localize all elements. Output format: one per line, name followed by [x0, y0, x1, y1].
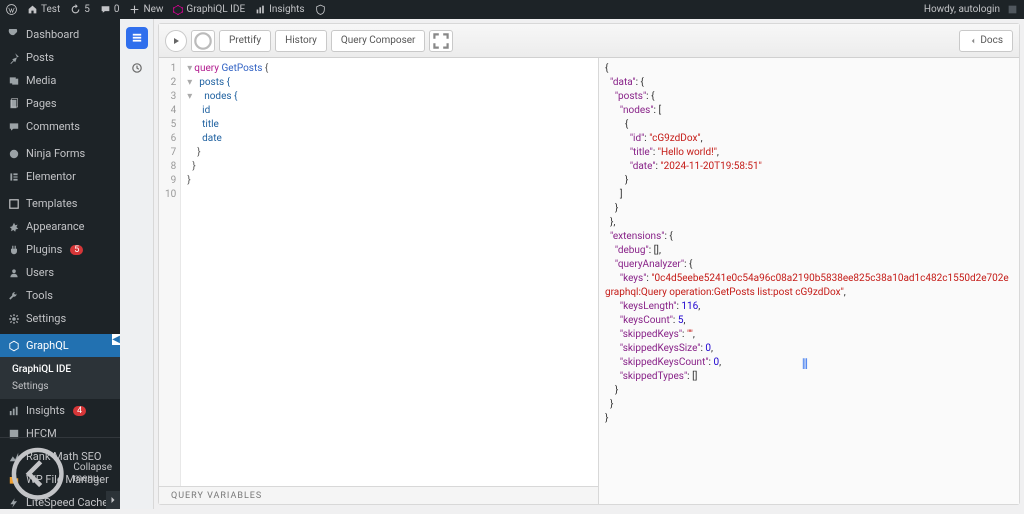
sidebar-item-label: Posts — [26, 51, 54, 64]
sidebar-item-label: Insights — [26, 404, 65, 417]
loading-icon: ⦀ — [802, 358, 809, 372]
media-icon — [8, 75, 20, 87]
howdy-link[interactable]: Howdy, autologin — [924, 4, 1018, 15]
sidebar-item-tools[interactable]: Tools — [0, 284, 120, 307]
plugins-icon — [8, 244, 20, 256]
sidebar-item-label: Plugins — [26, 243, 62, 256]
graphiql-link[interactable]: GraphiQL IDE — [173, 4, 245, 15]
sidebar-item-posts[interactable]: Posts — [0, 46, 120, 69]
query-composer-button[interactable]: Query Composer — [331, 30, 426, 52]
wp-logo-icon[interactable] — [6, 4, 17, 15]
home-link[interactable]: Test — [27, 4, 60, 15]
sidebar-item-elementor[interactable]: Elementor — [0, 165, 120, 188]
ninja-icon — [8, 148, 20, 160]
graphiql-toolbar: Prettify History Query Composer Docs — [159, 24, 1019, 58]
badge: 4 — [73, 406, 86, 416]
sidebar-item-label: Users — [26, 266, 54, 279]
pages-icon — [8, 98, 20, 110]
sidebar-item-label: Pages — [26, 97, 57, 110]
sidebar-item-label: Ninja Forms — [26, 147, 85, 160]
comments-icon — [8, 121, 20, 133]
sidebar-item-label: Tools — [26, 289, 53, 302]
sidebar-item-pages[interactable]: Pages — [0, 92, 120, 115]
users-icon — [8, 267, 20, 279]
updates-link[interactable]: 5 — [70, 4, 90, 15]
fullscreen-button[interactable] — [429, 30, 453, 52]
dashboard-icon — [8, 29, 20, 41]
comments-link[interactable]: 0 — [100, 4, 120, 15]
sidebar-item-label: Settings — [26, 312, 66, 325]
prettify-button[interactable]: Prettify — [219, 30, 271, 52]
sidebar-item-templates[interactable]: Templates — [0, 192, 120, 215]
sidebar-item-label: Appearance — [26, 220, 85, 233]
sidebar-item-graphql[interactable]: GraphQL◀ — [0, 334, 120, 357]
query-variables-toggle[interactable]: QUERY VARIABLES — [159, 486, 598, 504]
sidebar-item-users[interactable]: Users — [0, 261, 120, 284]
graphql-icon — [8, 340, 20, 352]
collapse-menu[interactable]: Collapse menu — [0, 437, 120, 509]
new-link[interactable]: New — [129, 4, 163, 15]
tools-icon — [8, 290, 20, 302]
sidebar-item-insights[interactable]: Insights 4 — [0, 399, 120, 422]
main-content: Prettify History Query Composer Docs 123… — [120, 19, 1024, 509]
docs-button[interactable]: Docs — [959, 30, 1013, 52]
sidebar-item-dashboard[interactable]: Dashboard — [0, 23, 120, 46]
sidebar-item-label: Dashboard — [26, 28, 79, 41]
sidebar-item-plugins[interactable]: Plugins 5 — [0, 238, 120, 261]
appearance-icon — [8, 221, 20, 233]
sidebar-item-comments[interactable]: Comments — [0, 115, 120, 138]
settings-icon — [8, 313, 20, 325]
sidebar-sub-settings[interactable]: Settings — [0, 378, 120, 395]
sidebar-item-label: Media — [26, 74, 56, 87]
sidebar-item-label: Comments — [26, 120, 80, 133]
execute-button[interactable] — [165, 30, 187, 52]
sidebar-item-settings[interactable]: Settings — [0, 307, 120, 330]
sidebar-sub-graphiql-ide[interactable]: GraphiQL IDE — [0, 361, 120, 378]
insights-link[interactable]: Insights — [255, 4, 304, 15]
query-editor[interactable]: 12345678910 ▾query GetPosts { ▾ posts { … — [159, 58, 599, 504]
sidebar-item-label: Elementor — [26, 170, 76, 183]
explorer-tab-icon[interactable] — [126, 27, 148, 49]
templates-icon — [8, 198, 20, 210]
sidebar-item-ninja-forms[interactable]: Ninja Forms — [0, 142, 120, 165]
site-name: Test — [41, 4, 60, 15]
result-viewer[interactable]: { "data": { "posts": { "nodes": [ { "id"… — [599, 58, 1019, 504]
admin-bar: Test 5 0 New GraphiQL IDE Insights Howdy… — [0, 0, 1024, 19]
insights-icon — [8, 405, 20, 417]
elementor-icon — [8, 171, 20, 183]
stop-button[interactable] — [191, 30, 215, 52]
sidebar-item-appearance[interactable]: Appearance — [0, 215, 120, 238]
badge: 5 — [70, 245, 83, 255]
sidebar-item-media[interactable]: Media — [0, 69, 120, 92]
history-button[interactable]: History — [275, 30, 327, 52]
pin-icon — [8, 52, 20, 64]
sidebar-item-label: GraphQL — [26, 339, 69, 352]
sidebar-item-label: Templates — [26, 197, 77, 210]
admin-sidebar: Dashboard Posts Media Pages Comments Ninja Fo… — [0, 19, 120, 509]
shield-icon[interactable] — [315, 4, 326, 15]
expand-arrow-icon[interactable] — [106, 491, 120, 509]
graphiql-side-tabs — [120, 19, 154, 509]
history-tab-icon[interactable] — [126, 57, 148, 79]
